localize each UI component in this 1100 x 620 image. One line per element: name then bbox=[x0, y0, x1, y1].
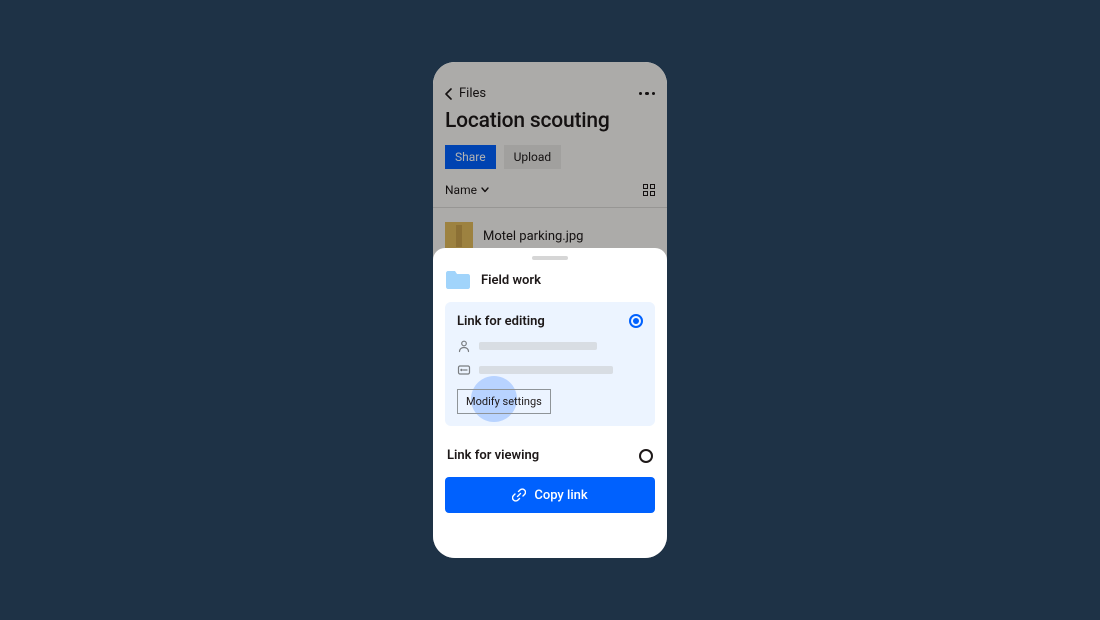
folder-name: Field work bbox=[481, 273, 541, 288]
person-icon bbox=[457, 339, 471, 353]
share-bottom-sheet: Field work Link for editing bbox=[433, 248, 667, 558]
link-icon bbox=[512, 488, 526, 502]
modify-settings-button[interactable]: Modify settings bbox=[457, 389, 551, 414]
editing-option-card[interactable]: Link for editing Modify settings bbox=[445, 302, 655, 426]
viewing-option-row[interactable]: Link for viewing bbox=[445, 436, 655, 477]
viewing-radio[interactable] bbox=[639, 449, 653, 463]
viewing-option-title: Link for viewing bbox=[447, 448, 539, 463]
meta-row-2 bbox=[457, 363, 643, 377]
folder-icon bbox=[445, 270, 471, 290]
copy-link-button[interactable]: Copy link bbox=[445, 477, 655, 513]
editing-radio[interactable] bbox=[629, 314, 643, 328]
password-icon bbox=[457, 363, 471, 377]
folder-header: Field work bbox=[445, 270, 655, 290]
meta-placeholder bbox=[479, 342, 597, 350]
phone-frame: Files Location scouting Share Upload Nam… bbox=[433, 62, 667, 558]
meta-row-1 bbox=[457, 339, 643, 353]
editing-option-title: Link for editing bbox=[457, 314, 643, 329]
drag-handle[interactable] bbox=[532, 256, 568, 260]
meta-placeholder bbox=[479, 366, 613, 374]
copy-link-label: Copy link bbox=[534, 488, 587, 503]
